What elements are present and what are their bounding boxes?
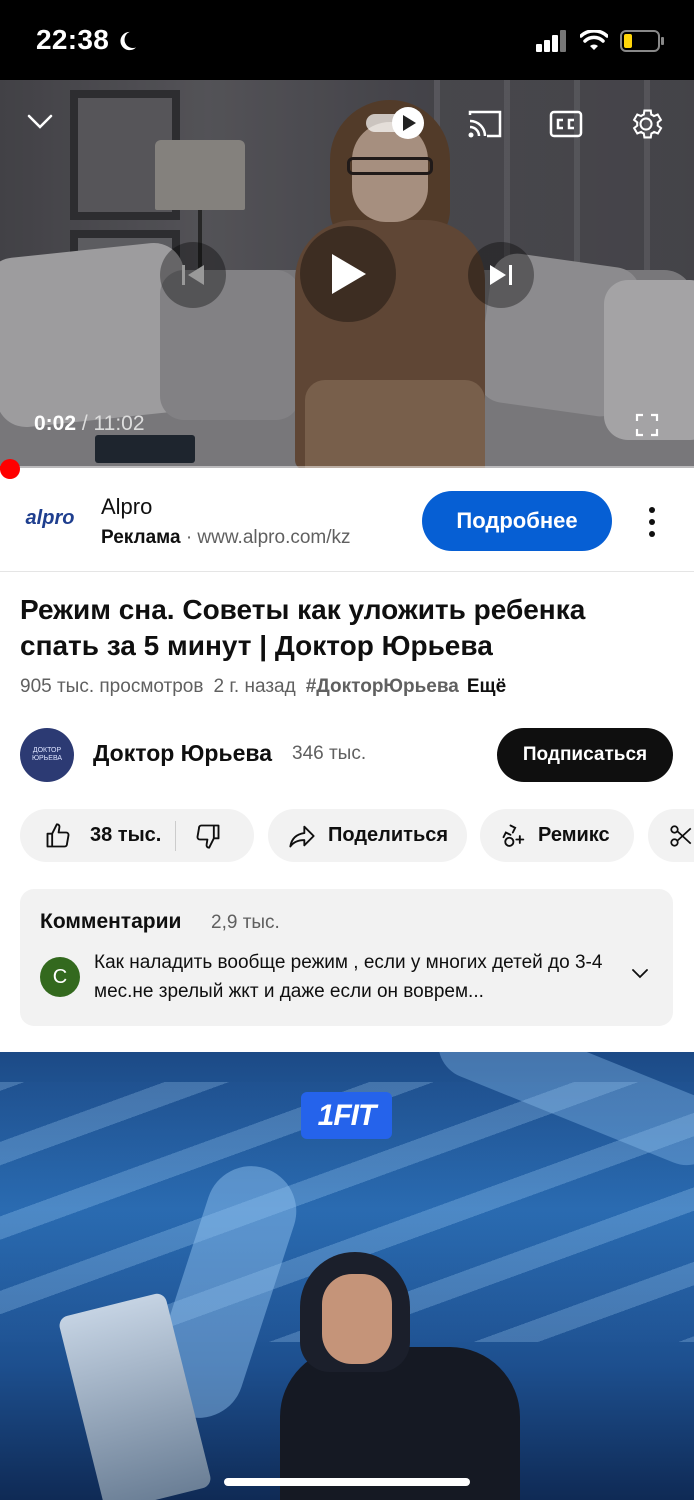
ad-logo: alpro — [25, 506, 75, 529]
athlete-face — [322, 1274, 392, 1364]
thumbs-down-icon[interactable] — [194, 822, 222, 850]
next-icon[interactable] — [468, 242, 534, 308]
play-icon[interactable] — [300, 226, 396, 322]
video-meta[interactable]: 905 тыс. просмотров 2 г. назад #ДокторЮрье… — [20, 676, 506, 698]
settings-icon[interactable] — [626, 104, 666, 144]
home-indicator[interactable] — [224, 1478, 470, 1486]
signal-icon — [536, 30, 568, 57]
comments-title: Комментарии — [40, 910, 182, 933]
current-time: 0:02 — [34, 412, 77, 435]
status-bar: 22:38 — [0, 0, 694, 80]
comments-section[interactable]: Комментарии 2,9 тыс. С Как наладить вооб… — [20, 889, 673, 1026]
chevron-down-icon[interactable] — [24, 106, 56, 138]
subscribe-button[interactable]: Подписаться — [497, 728, 673, 782]
share-icon — [288, 823, 316, 849]
time-separator: / — [76, 412, 94, 435]
fullscreen-icon[interactable] — [632, 410, 662, 440]
view-count: 905 тыс. просмотров — [20, 676, 204, 697]
remix-icon — [500, 822, 528, 850]
duration: 11:02 — [93, 412, 145, 435]
comments-count: 2,9 тыс. — [211, 912, 280, 933]
upload-date: 2 г. назад — [213, 676, 296, 697]
share-label: Поделиться — [328, 824, 449, 846]
clip-button[interactable] — [648, 809, 694, 862]
ad-cta-button[interactable]: Подробнее — [422, 491, 612, 551]
share-button[interactable]: Поделиться — [268, 809, 467, 862]
commenter-avatar: С — [40, 957, 80, 997]
ad-title: Alpro — [101, 494, 153, 519]
captions-icon[interactable] — [548, 108, 584, 140]
wifi-icon — [579, 29, 609, 57]
video-title[interactable]: Режим сна. Советы как уложить ребенка сп… — [20, 592, 670, 664]
comment-preview: Как наладить вообще режим , если у многи… — [94, 952, 603, 1002]
like-dislike-chip: 38 тыс. — [20, 809, 254, 862]
chip-divider — [175, 820, 177, 851]
ad-meta: Реклама · www.alpro.com/kz — [101, 527, 351, 549]
ad-banner[interactable]: alpro Alpro Реклама · www.alpro.com/kz П… — [0, 470, 694, 572]
battery-icon — [620, 30, 664, 57]
more-vert-icon[interactable] — [638, 502, 666, 542]
promo-banner[interactable]: 1FIT — [0, 1052, 694, 1500]
previous-icon[interactable] — [160, 242, 226, 308]
channel-avatar[interactable]: ДОКТОР ЮРЬЕВА — [20, 728, 74, 782]
remix-label: Ремикс — [538, 824, 610, 846]
like-count[interactable]: 38 тыс. — [90, 824, 161, 847]
promo-logo: 1FIT — [301, 1092, 392, 1139]
time-display: 0:02 / 11:02 — [34, 412, 145, 436]
description-more-link[interactable]: Ещё — [467, 676, 506, 697]
chevron-down-icon[interactable] — [630, 967, 650, 986]
ad-dot: · — [185, 527, 193, 548]
ad-url[interactable]: www.alpro.com/kz — [197, 527, 350, 548]
status-time: 22:38 — [36, 24, 110, 55]
promo-athlete — [280, 1252, 520, 1500]
channel-name[interactable]: Доктор Юрьева — [93, 740, 272, 767]
moon-icon — [116, 30, 138, 57]
scissors-icon — [668, 823, 694, 849]
remix-button[interactable]: Ремикс — [480, 809, 634, 862]
cast-icon[interactable] — [466, 108, 504, 140]
status-icons — [536, 29, 664, 57]
autoplay-toggle-icon[interactable] — [364, 106, 426, 140]
ad-label: Реклама — [101, 527, 181, 548]
subscriber-count: 346 тыс. — [292, 743, 367, 764]
thumbs-up-icon[interactable] — [44, 822, 72, 850]
hashtag-link[interactable]: #ДокторЮрьева — [306, 676, 459, 697]
video-player[interactable]: 0:02 / 11:02 — [0, 80, 694, 468]
